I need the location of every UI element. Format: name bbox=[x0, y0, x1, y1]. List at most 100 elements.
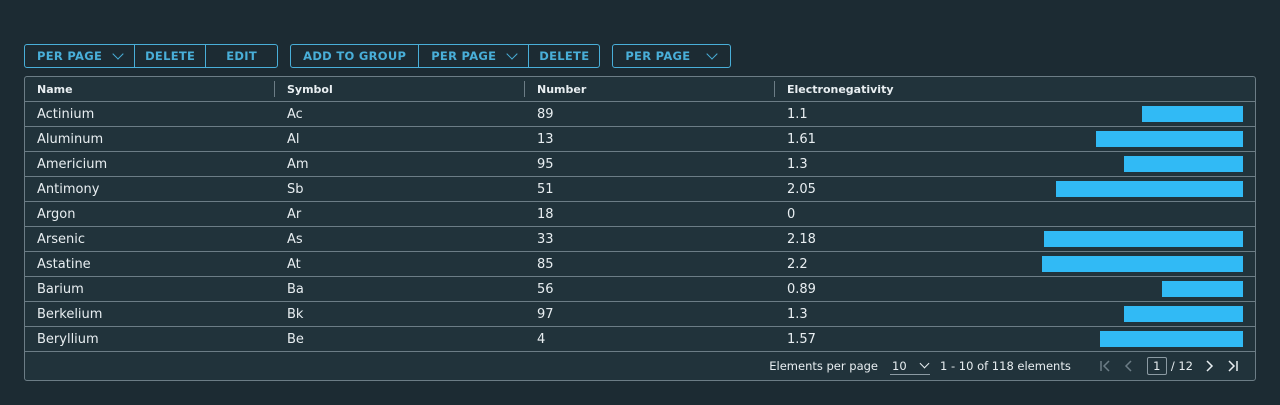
electronegativity-bar bbox=[1162, 281, 1243, 297]
cell-text: 2.2 bbox=[787, 256, 808, 272]
cell-text: 0.89 bbox=[787, 281, 816, 297]
cell-symbol: Ac bbox=[275, 102, 525, 126]
cell-symbol: Am bbox=[275, 152, 525, 176]
cell-text: 1.61 bbox=[787, 131, 816, 147]
column-header-number[interactable]: Number bbox=[525, 77, 775, 101]
edit-button[interactable]: EDIT bbox=[206, 45, 277, 67]
table-row[interactable]: Actinium Ac 89 1.1 bbox=[25, 102, 1255, 127]
table-row[interactable]: Antimony Sb 51 2.05 bbox=[25, 177, 1255, 202]
cell-text: 1.1 bbox=[787, 106, 808, 122]
delete-button[interactable]: DELETE bbox=[529, 45, 599, 67]
last-page-button[interactable] bbox=[1221, 356, 1245, 376]
cell-text: 13 bbox=[537, 131, 554, 147]
table-row[interactable]: Americium Am 95 1.3 bbox=[25, 152, 1255, 177]
cell-text: Al bbox=[287, 131, 300, 147]
cell-name: Barium bbox=[25, 277, 275, 301]
per-page-label: PER PAGE bbox=[625, 49, 691, 63]
electronegativity-bar bbox=[1044, 231, 1243, 247]
toolbar: PER PAGE DELETE EDIT ADD TO GROUP PER PA… bbox=[24, 44, 732, 68]
cell-name: Astatine bbox=[25, 252, 275, 276]
column-header-name[interactable]: Name bbox=[25, 77, 275, 101]
cell-text: Be bbox=[287, 331, 304, 347]
table-row[interactable]: Barium Ba 56 0.89 bbox=[25, 277, 1255, 302]
cell-number: 18 bbox=[525, 202, 775, 226]
per-page-button[interactable]: PER PAGE bbox=[25, 45, 136, 67]
cell-symbol: Ar bbox=[275, 202, 525, 226]
column-header-electronegativity[interactable]: Electronegativity bbox=[775, 77, 1255, 101]
button-group-2: ADD TO GROUP PER PAGE DELETE bbox=[290, 44, 601, 68]
cell-text: Antimony bbox=[37, 181, 100, 197]
cell-text: 4 bbox=[537, 331, 546, 347]
cell-text: Arsenic bbox=[37, 231, 86, 247]
cell-electronegativity: 1.3 bbox=[775, 152, 1255, 176]
first-page-icon bbox=[1100, 360, 1110, 372]
electronegativity-bar bbox=[1096, 131, 1243, 147]
column-header-label: Electronegativity bbox=[787, 82, 894, 96]
cell-electronegativity: 1.61 bbox=[775, 127, 1255, 151]
per-page-value: 10 bbox=[892, 358, 907, 373]
current-page-input[interactable]: 1 bbox=[1146, 357, 1167, 375]
chevron-left-icon bbox=[1124, 360, 1132, 372]
table-row[interactable]: Aluminum Al 13 1.61 bbox=[25, 127, 1255, 152]
cell-number: 4 bbox=[525, 327, 775, 351]
electronegativity-bar bbox=[1124, 156, 1243, 172]
pagination-range: 1 - 10 of 118 elements bbox=[940, 359, 1071, 373]
cell-electronegativity: 0.89 bbox=[775, 277, 1255, 301]
per-page-label: PER PAGE bbox=[37, 49, 103, 63]
column-header-symbol[interactable]: Symbol bbox=[275, 77, 525, 101]
table-row[interactable]: Argon Ar 18 0 bbox=[25, 202, 1255, 227]
cell-text: Bk bbox=[287, 306, 304, 322]
cell-text: Sb bbox=[287, 181, 304, 197]
cell-text: 2.18 bbox=[787, 231, 816, 247]
cell-text: 1.3 bbox=[787, 156, 808, 172]
cell-symbol: Bk bbox=[275, 302, 525, 326]
cell-text: Actinium bbox=[37, 106, 95, 122]
cell-text: Am bbox=[287, 156, 309, 172]
per-page-button[interactable]: PER PAGE bbox=[613, 45, 730, 67]
cell-name: Actinium bbox=[25, 102, 275, 126]
cell-electronegativity: 1.3 bbox=[775, 302, 1255, 326]
cell-name: Argon bbox=[25, 202, 275, 226]
cell-symbol: Ba bbox=[275, 277, 525, 301]
cell-text: 95 bbox=[537, 156, 554, 172]
cell-name: Beryllium bbox=[25, 327, 275, 351]
per-page-select[interactable]: 10 bbox=[890, 357, 930, 375]
cell-name: Berkelium bbox=[25, 302, 275, 326]
cell-text: Ac bbox=[287, 106, 303, 122]
electronegativity-bar bbox=[1042, 256, 1243, 272]
cell-text: 56 bbox=[537, 281, 554, 297]
table-row[interactable]: Beryllium Be 4 1.57 bbox=[25, 327, 1255, 352]
chevron-down-icon bbox=[706, 48, 719, 60]
per-page-button[interactable]: PER PAGE bbox=[419, 45, 530, 67]
cell-text: Americium bbox=[37, 156, 108, 172]
delete-button[interactable]: DELETE bbox=[135, 45, 207, 67]
add-to-group-button[interactable]: ADD TO GROUP bbox=[291, 45, 420, 67]
cell-text: 89 bbox=[537, 106, 554, 122]
previous-page-button[interactable] bbox=[1117, 356, 1141, 376]
table-header: Name Symbol Number Electronegativity bbox=[25, 77, 1255, 102]
table-row[interactable]: Arsenic As 33 2.18 bbox=[25, 227, 1255, 252]
button-group-1: PER PAGE DELETE EDIT bbox=[24, 44, 279, 68]
cell-text: Ba bbox=[287, 281, 304, 297]
cell-number: 51 bbox=[525, 177, 775, 201]
cell-text: As bbox=[287, 231, 303, 247]
cell-number: 95 bbox=[525, 152, 775, 176]
first-page-button[interactable] bbox=[1093, 356, 1117, 376]
cell-text: 1.57 bbox=[787, 331, 816, 347]
per-page-label: Elements per page bbox=[769, 359, 878, 373]
cell-name: Antimony bbox=[25, 177, 275, 201]
cell-electronegativity: 1.1 bbox=[775, 102, 1255, 126]
cell-text: Argon bbox=[37, 206, 76, 222]
cell-electronegativity: 2.05 bbox=[775, 177, 1255, 201]
table-row[interactable]: Berkelium Bk 97 1.3 bbox=[25, 302, 1255, 327]
table-row[interactable]: Astatine At 85 2.2 bbox=[25, 252, 1255, 277]
cell-number: 89 bbox=[525, 102, 775, 126]
electronegativity-bar bbox=[1142, 106, 1243, 122]
total-pages: / 12 bbox=[1170, 359, 1193, 373]
next-page-button[interactable] bbox=[1197, 356, 1221, 376]
cell-number: 33 bbox=[525, 227, 775, 251]
electronegativity-bar bbox=[1124, 306, 1243, 322]
cell-electronegativity: 1.57 bbox=[775, 327, 1255, 351]
cell-number: 85 bbox=[525, 252, 775, 276]
cell-symbol: Sb bbox=[275, 177, 525, 201]
